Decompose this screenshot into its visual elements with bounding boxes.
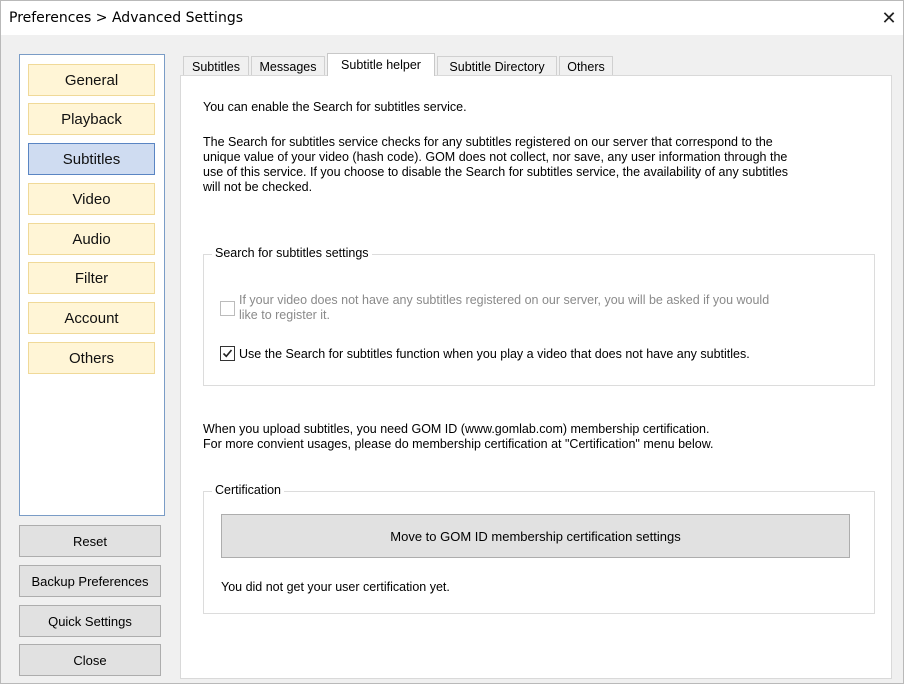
gom-id-certification-button[interactable]: Move to GOM ID membership certification … <box>221 514 850 558</box>
description-line-1: The Search for subtitles service checks … <box>203 135 773 149</box>
description-line-3: use of this service. If you choose to di… <box>203 165 789 179</box>
certification-label: Certification <box>212 483 284 497</box>
tab-others[interactable]: Others <box>559 56 613 76</box>
backup-preferences-button[interactable]: Backup Preferences <box>19 565 161 597</box>
search-settings-group: Search for subtitles settings If your vi… <box>203 246 875 386</box>
register-option-line-2: like to register it. <box>239 308 331 322</box>
subtitle-helper-panel: You can enable the Search for subtitles … <box>180 75 892 679</box>
sidebar-item-audio[interactable]: Audio <box>28 223 155 255</box>
window-title: Preferences > Advanced Settings <box>9 10 243 26</box>
intro-text: You can enable the Search for subtitles … <box>203 100 467 114</box>
tab-subtitle-helper[interactable]: Subtitle helper <box>327 53 435 76</box>
use-search-checkbox[interactable] <box>220 346 235 361</box>
register-subtitles-checkbox <box>220 301 235 316</box>
register-option-line-1: If your video does not have any subtitle… <box>239 293 770 307</box>
sidebar-item-filter[interactable]: Filter <box>28 262 155 294</box>
certification-group: Certification Move to GOM ID membership … <box>203 483 875 614</box>
search-settings-label: Search for subtitles settings <box>212 246 372 260</box>
sidebar-item-others[interactable]: Others <box>28 342 155 374</box>
upload-info-line-2: For more convient usages, please do memb… <box>203 437 714 451</box>
quick-settings-button[interactable]: Quick Settings <box>19 605 161 637</box>
category-sidebar: General Playback Subtitles Video Audio F… <box>19 54 165 516</box>
preferences-window: Preferences > Advanced Settings ✕ Genera… <box>0 0 904 684</box>
description-line-2: unique value of your video (hash code). … <box>203 150 788 164</box>
close-icon[interactable]: ✕ <box>875 7 903 29</box>
description-line-4: will not be checked. <box>203 180 313 194</box>
tab-messages[interactable]: Messages <box>251 56 325 76</box>
sidebar-item-account[interactable]: Account <box>28 302 155 334</box>
close-button[interactable]: Close <box>19 644 161 676</box>
reset-button[interactable]: Reset <box>19 525 161 557</box>
sidebar-item-playback[interactable]: Playback <box>28 103 155 135</box>
certification-status: You did not get your user certification … <box>221 580 450 594</box>
tab-subtitles[interactable]: Subtitles <box>183 56 249 76</box>
checkmark-icon <box>222 349 233 358</box>
sidebar-item-general[interactable]: General <box>28 64 155 96</box>
sidebar-item-subtitles[interactable]: Subtitles <box>28 143 155 175</box>
upload-info-line-1: When you upload subtitles, you need GOM … <box>203 422 710 436</box>
title-bar: Preferences > Advanced Settings ✕ <box>1 1 903 35</box>
tab-subtitle-directory[interactable]: Subtitle Directory <box>437 56 557 76</box>
sidebar-item-video[interactable]: Video <box>28 183 155 215</box>
use-search-option: Use the Search for subtitles function wh… <box>239 347 750 361</box>
